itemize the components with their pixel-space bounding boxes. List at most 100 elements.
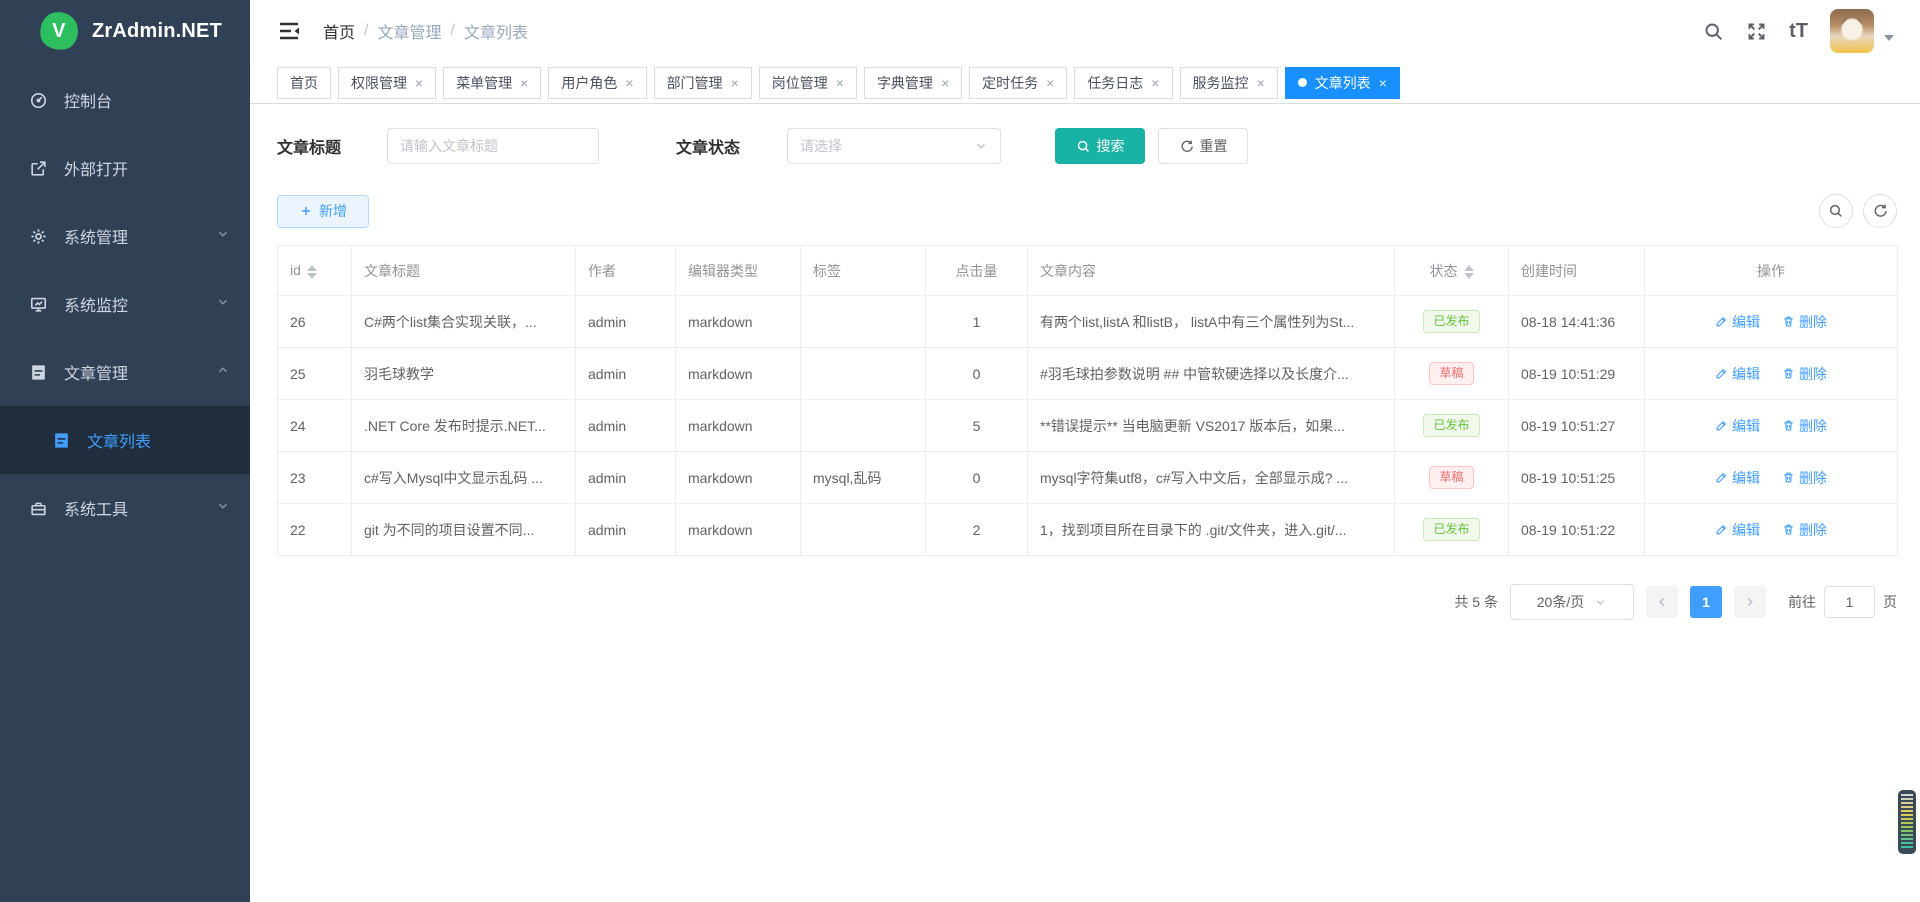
cell-clicks: 5	[926, 400, 1028, 452]
sort-icon[interactable]	[307, 265, 317, 279]
delete-link[interactable]: 删除	[1782, 312, 1827, 332]
page-size-select[interactable]: 20条/页	[1510, 584, 1634, 620]
cell-editor: markdown	[676, 452, 801, 504]
breadcrumb-article-management: 文章管理	[377, 19, 441, 43]
goto-page-input[interactable]	[1824, 586, 1875, 618]
tab-item[interactable]: 权限管理 ×	[338, 67, 436, 99]
tab-item[interactable]: 服务监控×	[1180, 67, 1278, 99]
tab-close-icon[interactable]: ×	[1151, 76, 1159, 90]
sidebar-item-system-tools[interactable]: 系统工具	[0, 474, 250, 542]
edit-link[interactable]: 编辑	[1715, 416, 1760, 436]
tab-item[interactable]: 首页	[277, 67, 331, 99]
next-page-button[interactable]	[1734, 586, 1766, 618]
dashboard-icon	[28, 90, 48, 110]
sidebar-item-dashboard[interactable]: 控制台	[0, 66, 250, 134]
tab-item[interactable]: 定时任务×	[969, 67, 1067, 99]
tab-close-icon[interactable]: ×	[731, 76, 739, 90]
reset-button[interactable]: 重置	[1158, 128, 1248, 164]
tab-item[interactable]: 文章列表×	[1285, 67, 1400, 99]
total-count: 共 5 条	[1454, 592, 1498, 612]
cell-status: 已发布	[1395, 296, 1509, 348]
edit-link[interactable]: 编辑	[1715, 468, 1760, 488]
edit-link[interactable]: 编辑	[1715, 364, 1760, 384]
sort-icon[interactable]	[1464, 265, 1474, 279]
user-menu[interactable]	[1830, 9, 1894, 53]
trash-icon	[1782, 471, 1795, 484]
search-button[interactable]: 搜索	[1055, 128, 1145, 164]
delete-link[interactable]: 删除	[1782, 364, 1827, 384]
tab-close-icon[interactable]: ×	[836, 76, 844, 90]
sidebar-item-external-open[interactable]: 外部打开	[0, 134, 250, 202]
status-badge: 已发布	[1423, 414, 1479, 438]
sidebar-item-system-management[interactable]: 系统管理	[0, 202, 250, 270]
tab-close-icon[interactable]: ×	[1257, 76, 1265, 90]
fullscreen-icon[interactable]	[1746, 21, 1767, 42]
search-button-label: 搜索	[1097, 136, 1125, 156]
page-unit-label: 页	[1883, 592, 1897, 612]
cell-title: c#写入Mysql中文显示乱码 ...	[352, 452, 576, 504]
tab-close-icon[interactable]: ×	[415, 76, 423, 90]
column-header-status: 状态	[1395, 246, 1509, 296]
cell-clicks: 0	[926, 348, 1028, 400]
pencil-icon	[1715, 315, 1728, 328]
select-placeholder: 请选择	[800, 136, 842, 156]
breadcrumb-home[interactable]: 首页	[323, 19, 355, 43]
cell-created: 08-19 10:51:22	[1509, 504, 1645, 556]
sidebar-item-system-monitor[interactable]: 系统监控	[0, 270, 250, 338]
prev-page-button[interactable]	[1646, 586, 1678, 618]
tab-close-icon[interactable]: ×	[520, 76, 528, 90]
scroll-indicator[interactable]	[1898, 790, 1916, 854]
avatar[interactable]	[1830, 9, 1874, 53]
cell-content: 有两个list,listA 和listB， listA中有三个属性列为St...	[1028, 296, 1395, 348]
column-header-id: id	[278, 246, 352, 296]
cell-id: 26	[278, 296, 352, 348]
tab-item[interactable]: 任务日志×	[1074, 67, 1172, 99]
tab-item[interactable]: 菜单管理×	[443, 67, 541, 99]
font-size-icon[interactable]: tT	[1789, 20, 1808, 43]
delete-link[interactable]: 删除	[1782, 468, 1827, 488]
tab-label: 权限管理	[351, 73, 407, 93]
tab-close-icon[interactable]: ×	[625, 76, 633, 90]
cell-editor: markdown	[676, 348, 801, 400]
cell-content: mysql字符集utf8，c#写入中文后，全部显示成? ...	[1028, 452, 1395, 504]
status-badge: 已发布	[1423, 518, 1479, 542]
page-number-1[interactable]: 1	[1690, 586, 1722, 618]
goto-page: 前往 页	[1788, 586, 1897, 618]
menu-fold-icon[interactable]	[277, 19, 301, 43]
pagination: 共 5 条 20条/页 1 前往 页	[277, 584, 1897, 620]
cell-author: admin	[576, 452, 676, 504]
column-search-button[interactable]	[1819, 194, 1853, 228]
refresh-table-button[interactable]	[1863, 194, 1897, 228]
chevron-down-icon	[216, 227, 230, 246]
table-row: 25 羽毛球教学 admin markdown 0 #羽毛球拍参数说明 ## 中…	[278, 348, 1898, 400]
cell-tag	[801, 296, 926, 348]
tab-close-icon[interactable]: ×	[941, 76, 949, 90]
delete-link[interactable]: 删除	[1782, 520, 1827, 540]
article-status-select[interactable]: 请选择	[787, 128, 1001, 164]
sidebar-item-label: 系统管理	[64, 224, 216, 248]
tab-label: 用户角色	[561, 73, 617, 93]
edit-link[interactable]: 编辑	[1715, 520, 1760, 540]
app-logo: V ZrAdmin.NET	[0, 0, 250, 62]
add-button[interactable]: 新增	[277, 195, 369, 228]
cell-tag	[801, 348, 926, 400]
sidebar-item-article-management[interactable]: 文章管理	[0, 338, 250, 406]
tab-item[interactable]: 用户角色 ×	[548, 67, 646, 99]
search-icon[interactable]	[1703, 21, 1724, 42]
delete-link[interactable]: 删除	[1782, 416, 1827, 436]
tab-close-icon[interactable]: ×	[1379, 76, 1387, 90]
sidebar-item-article-list[interactable]: 文章列表	[0, 406, 250, 474]
cell-title: 羽毛球教学	[352, 348, 576, 400]
cell-editor: markdown	[676, 296, 801, 348]
tab-item[interactable]: 部门管理×	[654, 67, 752, 99]
sidebar-item-label: 文章管理	[64, 360, 216, 384]
chevron-down-icon	[1594, 596, 1607, 609]
table-row: 22 git 为不同的项目设置不同... admin markdown 2 1，…	[278, 504, 1898, 556]
article-title-input[interactable]	[387, 128, 599, 164]
chevron-left-icon	[1655, 595, 1669, 609]
tab-close-icon[interactable]: ×	[1046, 76, 1054, 90]
tab-item[interactable]: 字典管理×	[864, 67, 962, 99]
edit-link[interactable]: 编辑	[1715, 312, 1760, 332]
tab-item[interactable]: 岗位管理×	[759, 67, 857, 99]
trash-icon	[1782, 419, 1795, 432]
